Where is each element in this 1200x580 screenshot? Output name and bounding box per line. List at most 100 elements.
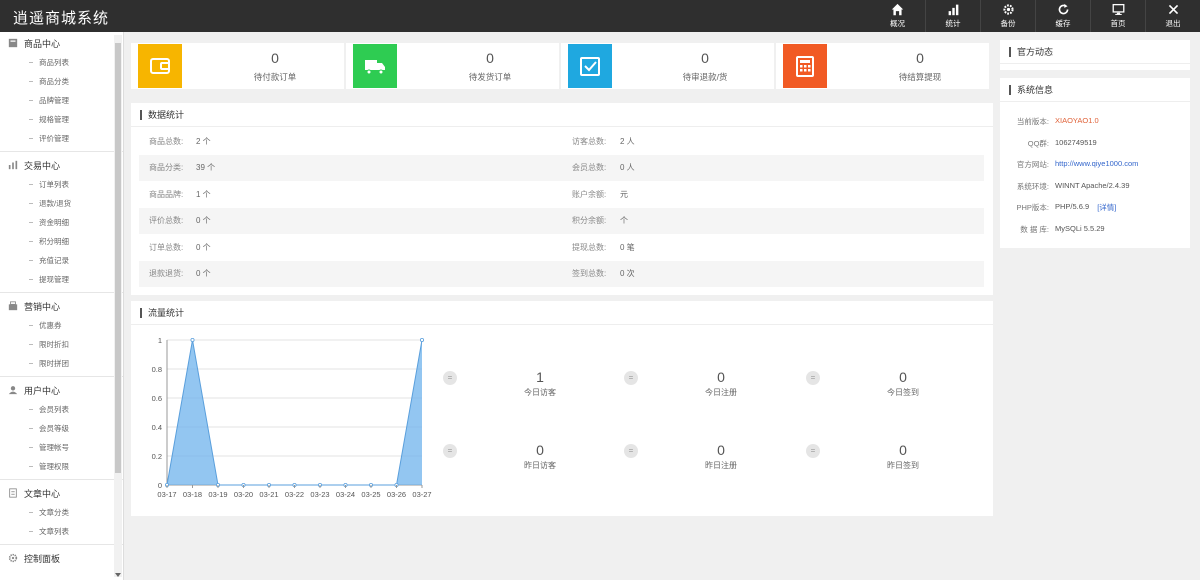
- data-point: [190, 338, 195, 343]
- sidebar-section-header[interactable]: 交易中心: [0, 155, 123, 175]
- x-tick-label: 03-19: [208, 490, 227, 499]
- sidebar-section-header[interactable]: 营销中心: [0, 296, 123, 316]
- data-point: [419, 338, 424, 343]
- sidebar-item[interactable]: 商品分类: [0, 72, 123, 91]
- scrollbar-thumb[interactable]: [115, 43, 121, 473]
- sidebar-item[interactable]: 资金明细: [0, 213, 123, 232]
- sys-info-row: 数 据 库: MySQLi 5.5.29: [1011, 224, 1104, 236]
- sys-info-value: 1062749519: [1055, 137, 1097, 147]
- sidebar-section-items: 订单列表退款/退货资金明细 积分明细充值记录提现管理: [0, 175, 123, 289]
- sidebar-item-label: 退款/退货: [39, 199, 72, 208]
- sidebar-item[interactable]: 规格管理: [0, 110, 123, 129]
- sidebar-section-title: 营销中心: [24, 301, 61, 312]
- sidebar-section-header[interactable]: 控制面板: [0, 548, 123, 568]
- sidebar-item-label: 评价管理: [39, 134, 69, 143]
- sidebar-item-label: 管理权限: [39, 462, 69, 471]
- close-icon: [1168, 4, 1178, 15]
- sidebar-item-label: 规格管理: [39, 115, 69, 124]
- nav-home-button[interactable]: 首页: [1090, 0, 1145, 32]
- sidebar-scrollbar[interactable]: [114, 35, 122, 577]
- sys-info-key: 系统环境:: [1016, 181, 1049, 191]
- sidebar-divider: [0, 544, 123, 545]
- sys-info-key: 当前版本:: [1016, 117, 1049, 126]
- sidebar-item[interactable]: 退款/退货: [0, 194, 123, 213]
- sidebar-item[interactable]: 限时折扣: [0, 335, 123, 354]
- stat-icon-box: [138, 44, 182, 88]
- sidebar-item-label: 充值记录: [39, 256, 69, 265]
- nav-logout-button[interactable]: 退出: [1145, 0, 1200, 32]
- gear-icon: [1002, 4, 1014, 15]
- sidebar-item[interactable]: 文章列表: [0, 522, 123, 541]
- details-link[interactable]: [详情]: [1097, 202, 1116, 214]
- sidebar-section-title: 控制面板: [24, 553, 61, 564]
- stat-value: 0: [701, 50, 709, 66]
- sys-info-row: 系统环境: WINNT Apache/2.4.39: [1011, 181, 1130, 193]
- data-stat-key: 访客总数:: [572, 136, 607, 146]
- sidebar-item[interactable]: 评价管理: [0, 129, 123, 148]
- scroll-down-arrow-icon[interactable]: [115, 573, 121, 577]
- x-tick-label: 03-17: [157, 490, 176, 499]
- sidebar-divider: [0, 292, 123, 293]
- monitor-icon: [1112, 3, 1124, 15]
- stat-card[interactable]: 0 待付款订单: [131, 43, 344, 89]
- traffic-stat: 0 今日注册: [672, 369, 770, 398]
- equals-icon: =: [624, 371, 638, 385]
- data-stat-row: 评价总数: 0 个 积分余额: 个: [139, 207, 984, 234]
- traffic-value: 0: [717, 369, 725, 385]
- sidebar-item[interactable]: 订单列表: [0, 175, 123, 194]
- nav-label: 首页: [1110, 19, 1126, 28]
- sidebar-section: 交易中心 订单列表退款/退货资金明细 积分明细充值记录提现管理: [0, 155, 123, 289]
- sidebar-item[interactable]: 品牌管理: [0, 91, 123, 110]
- x-tick-label: 03-25: [361, 490, 380, 499]
- sidebar-item-label: 商品列表: [39, 58, 69, 67]
- sidebar-item[interactable]: 会员等级: [0, 419, 123, 438]
- nav-cache-button[interactable]: 缓存: [1035, 0, 1090, 32]
- equals-icon: =: [806, 444, 820, 458]
- sidebar-section-title: 文章中心: [24, 488, 61, 499]
- sys-info-value[interactable]: http://www.qiye1000.com: [1055, 159, 1138, 171]
- sidebar-item[interactable]: 会员列表: [0, 400, 123, 419]
- equals-icon: =: [624, 444, 638, 458]
- sidebar-item[interactable]: 商品列表: [0, 53, 123, 72]
- sidebar-section-header[interactable]: 用户中心: [0, 380, 123, 400]
- stat-card[interactable]: 0 待审退款/货: [561, 43, 774, 89]
- data-stat-key: 评价总数:: [149, 216, 184, 225]
- traffic-value: 1: [536, 369, 544, 385]
- data-stat-value: 个: [620, 216, 628, 225]
- sidebar-item[interactable]: 优惠券: [0, 316, 123, 335]
- nav-label: 概况: [890, 19, 905, 28]
- traffic-stat: 0 今日签到: [854, 369, 952, 398]
- stats-panel: 0 待付款订单 0 待发货订单 0 待审退款/货 0 待结算提现: [131, 43, 993, 97]
- sys-info-key: QQ群:: [1027, 138, 1049, 148]
- sidebar-item[interactable]: 提现管理: [0, 270, 123, 289]
- stat-card[interactable]: 0 待发货订单: [346, 43, 559, 89]
- sidebar-section-header[interactable]: 商品中心: [0, 33, 123, 53]
- traffic-value: 0: [899, 369, 907, 385]
- bar-chart-icon: [948, 4, 958, 16]
- sidebar-item[interactable]: 文章分类: [0, 503, 123, 522]
- nav-overview-button[interactable]: 概况: [870, 0, 925, 32]
- nav-backup-button[interactable]: 备份: [980, 0, 1035, 32]
- sidebar-section-title: 用户中心: [24, 385, 61, 396]
- traffic-label: 今日签到: [887, 388, 919, 397]
- nav-stats-button[interactable]: 统计: [925, 0, 980, 32]
- top-bar: 逍遥商城系统 概况 统计 备份 缓存 首页 退出: [0, 0, 1200, 32]
- traffic-stat: 0 昨日签到: [854, 442, 952, 471]
- traffic-stat: 0 昨日访客: [491, 442, 589, 471]
- traffic-stat: 1 今日访客: [491, 369, 589, 398]
- sidebar-item[interactable]: 积分明细: [0, 232, 123, 251]
- sidebar-item[interactable]: 限时拼团: [0, 354, 123, 373]
- stat-value: 0: [916, 50, 924, 66]
- data-stat-value: 2 个: [196, 136, 211, 146]
- stat-card[interactable]: 0 待结算提现: [776, 43, 989, 89]
- sidebar-section-header[interactable]: 文章中心: [0, 483, 123, 503]
- sidebar-item[interactable]: 充值记录: [0, 251, 123, 270]
- sidebar-item[interactable]: 管理帐号: [0, 438, 123, 457]
- data-stat-value: 元: [620, 189, 628, 199]
- box-icon: [8, 38, 18, 48]
- sidebar-item[interactable]: 管理权限: [0, 457, 123, 476]
- stat-value: 0: [271, 50, 279, 66]
- traffic-value: 0: [717, 442, 725, 458]
- data-stat-row: 商品品牌: 1 个 账户余额: 元: [139, 181, 984, 207]
- sidebar-item-label: 提现管理: [39, 275, 69, 284]
